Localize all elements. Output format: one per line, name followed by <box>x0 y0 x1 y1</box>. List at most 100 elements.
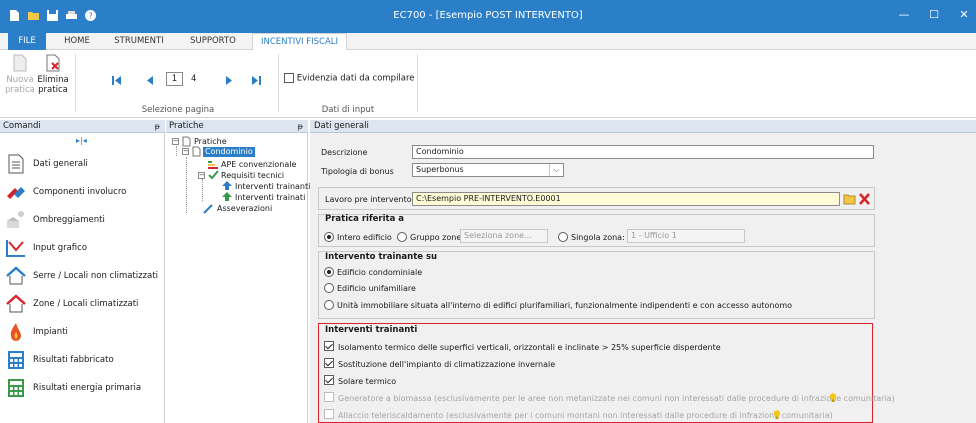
page-number-input[interactable]: 1 <box>166 72 183 86</box>
gruppo-zone-select[interactable]: Seleziona zone... <box>460 229 548 243</box>
tree-node-asseverazioni[interactable]: Asseverazioni <box>217 204 272 214</box>
ribbon-tabs: FILE HOME STRUMENTI SUPPORTO INCENTIVI F… <box>0 33 976 51</box>
cmd-impianti[interactable]: Impianti <box>0 319 165 347</box>
pin-icon[interactable]: ᵽ <box>298 120 303 133</box>
solare-checkbox[interactable] <box>324 375 334 386</box>
evidence-checkbox[interactable]: Evidenzia dati da compilare <box>284 73 415 84</box>
pin-icon[interactable]: ᵽ <box>155 120 160 133</box>
tree-node-ape[interactable]: APE convenzionale <box>221 160 296 170</box>
allaccio-checkbox[interactable] <box>324 409 334 420</box>
tree-node-condominio[interactable]: Condominio <box>203 147 255 157</box>
group-separator <box>75 54 76 112</box>
delete-x-icon[interactable] <box>858 193 871 205</box>
ribbon: Nuova pratica Elimina pratica 1 4 Selezi… <box>0 50 976 118</box>
tab-strumenti[interactable]: STRUMENTI <box>104 33 174 50</box>
chevron-down-icon[interactable]: ⌵ <box>549 164 563 176</box>
tree-line <box>202 179 203 201</box>
group-separator <box>278 54 279 112</box>
cmd-zone-locali[interactable]: Zone / Locali climatizzati <box>0 291 165 319</box>
graphic-input-icon <box>6 240 25 257</box>
prev-page-icon[interactable] <box>146 76 153 85</box>
pratiche-tree: − Pratiche − Condominio APE convenzional… <box>166 133 310 423</box>
cmd-componenti-involucro[interactable]: Componenti involucro <box>0 179 165 207</box>
flame-icon <box>10 323 21 341</box>
page-total: 4 <box>191 74 197 84</box>
close-button[interactable]: ✕ <box>956 7 972 23</box>
lavoro-label: Lavoro pre intervento: <box>325 195 415 204</box>
minimize-button[interactable]: — <box>896 7 912 23</box>
pratica-group-title: Pratica riferita a <box>325 214 405 224</box>
group-separator <box>417 54 418 112</box>
new-pratica-button[interactable]: Nuova pratica <box>5 54 35 95</box>
cmd-input-grafico[interactable]: Input grafico <box>0 235 165 263</box>
unita-label: Unità immobiliare situata all'interno di… <box>337 301 793 310</box>
checkmark-icon <box>208 170 219 180</box>
collapse-toggle-icon[interactable]: − <box>182 148 189 155</box>
descrizione-label: Descrizione <box>321 148 368 157</box>
isolamento-checkbox[interactable] <box>324 341 334 352</box>
collapse-toggle-icon[interactable]: − <box>198 172 205 179</box>
tree-panel-header: Pratiche ᵽ <box>166 120 308 133</box>
edificio-cond-label: Edificio condominiale <box>337 268 423 277</box>
tipologia-select[interactable]: Superbonus ⌵ <box>412 163 564 177</box>
lightbulb-icon[interactable] <box>773 410 781 420</box>
checkbox-box[interactable] <box>324 392 334 402</box>
document-icon <box>192 146 201 157</box>
open-folder-icon[interactable] <box>843 193 856 205</box>
radio-gruppo-zone[interactable] <box>397 232 407 242</box>
tree-node-requisiti[interactable]: Requisiti tecnici <box>221 171 284 181</box>
gruppo-label: Gruppo zone <box>410 233 462 242</box>
tipologia-label: Tipologia di bonus <box>321 167 394 176</box>
checkbox-box[interactable] <box>324 341 334 351</box>
ape-chart-icon <box>208 161 218 169</box>
cmd-risultati-fabbricato[interactable]: Risultati fabbricato <box>0 347 165 375</box>
tree-node-trainanti[interactable]: Interventi trainanti <box>235 182 310 192</box>
group-label-page: Selezione pagina <box>141 105 215 115</box>
title-bar: ? EC700 - [Esempio POST INTERVENTO] — ☐ … <box>0 0 976 33</box>
collapse-toggle-icon[interactable]: − <box>172 138 179 145</box>
lightbulb-icon[interactable] <box>829 393 837 403</box>
checkbox-box[interactable] <box>324 409 334 419</box>
tab-supporto[interactable]: SUPPORTO <box>178 33 248 50</box>
generatore-checkbox[interactable] <box>324 392 334 403</box>
arrow-up-green-icon <box>222 192 232 201</box>
radio-intero-edificio[interactable] <box>324 232 334 242</box>
radio-edificio-condominiale[interactable] <box>324 267 334 277</box>
next-page-icon[interactable] <box>226 76 233 85</box>
intero-label: Intero edificio <box>337 233 392 242</box>
group-label-input: Dati di input <box>321 105 375 115</box>
sostituzione-checkbox[interactable] <box>324 358 334 369</box>
checkbox-box[interactable] <box>324 375 334 385</box>
tab-home[interactable]: HOME <box>54 33 100 50</box>
collapse-icon[interactable]: ▸|◂ <box>76 136 87 145</box>
radio-singola-zona[interactable] <box>558 232 568 242</box>
singola-zona-select[interactable]: 1 - Ufficio 1 <box>627 229 745 243</box>
folder-icon <box>182 136 191 147</box>
radio-edificio-unifamiliare[interactable] <box>324 283 334 293</box>
sostituzione-label: Sostituzione dell'impianto di climatizza… <box>338 360 556 369</box>
checkbox-box[interactable] <box>324 358 334 368</box>
singola-label: Singola zona: <box>571 233 625 242</box>
lavoro-input[interactable]: C:\Esempio PRE-INTERVENTO.E0001 <box>412 192 840 206</box>
shading-icon <box>7 211 24 228</box>
new-document-icon <box>13 54 27 72</box>
radio-unita-immobiliare[interactable] <box>324 300 334 310</box>
cmd-risultati-energia[interactable]: Risultati energia primaria <box>0 375 165 403</box>
tab-file[interactable]: FILE <box>8 33 46 50</box>
trainanti-group-title: Interventi trainanti <box>325 325 418 335</box>
commands-panel-header: Comandi ᵽ <box>0 120 165 133</box>
delete-pratica-button[interactable]: Elimina pratica <box>37 54 69 95</box>
intervento-group-title: Intervento trainante su <box>325 252 438 262</box>
cmd-ombreggiamenti[interactable]: Ombreggiamenti <box>0 207 165 235</box>
maximize-button[interactable]: ☐ <box>926 7 942 23</box>
cmd-serre-locali[interactable]: Serre / Locali non climatizzati <box>0 263 165 291</box>
cmd-dati-generali[interactable]: Dati generali <box>0 151 165 179</box>
tab-incentivi-fiscali[interactable]: INCENTIVI FISCALI <box>252 33 347 51</box>
tree-node-trainati[interactable]: Interventi trainati <box>235 193 305 203</box>
first-page-icon[interactable] <box>112 76 122 85</box>
house-icon <box>6 266 26 285</box>
descrizione-input[interactable]: Condominio <box>412 145 874 159</box>
last-page-icon[interactable] <box>252 76 262 85</box>
checkbox-box[interactable] <box>284 73 294 83</box>
highlight-frame <box>318 323 873 423</box>
